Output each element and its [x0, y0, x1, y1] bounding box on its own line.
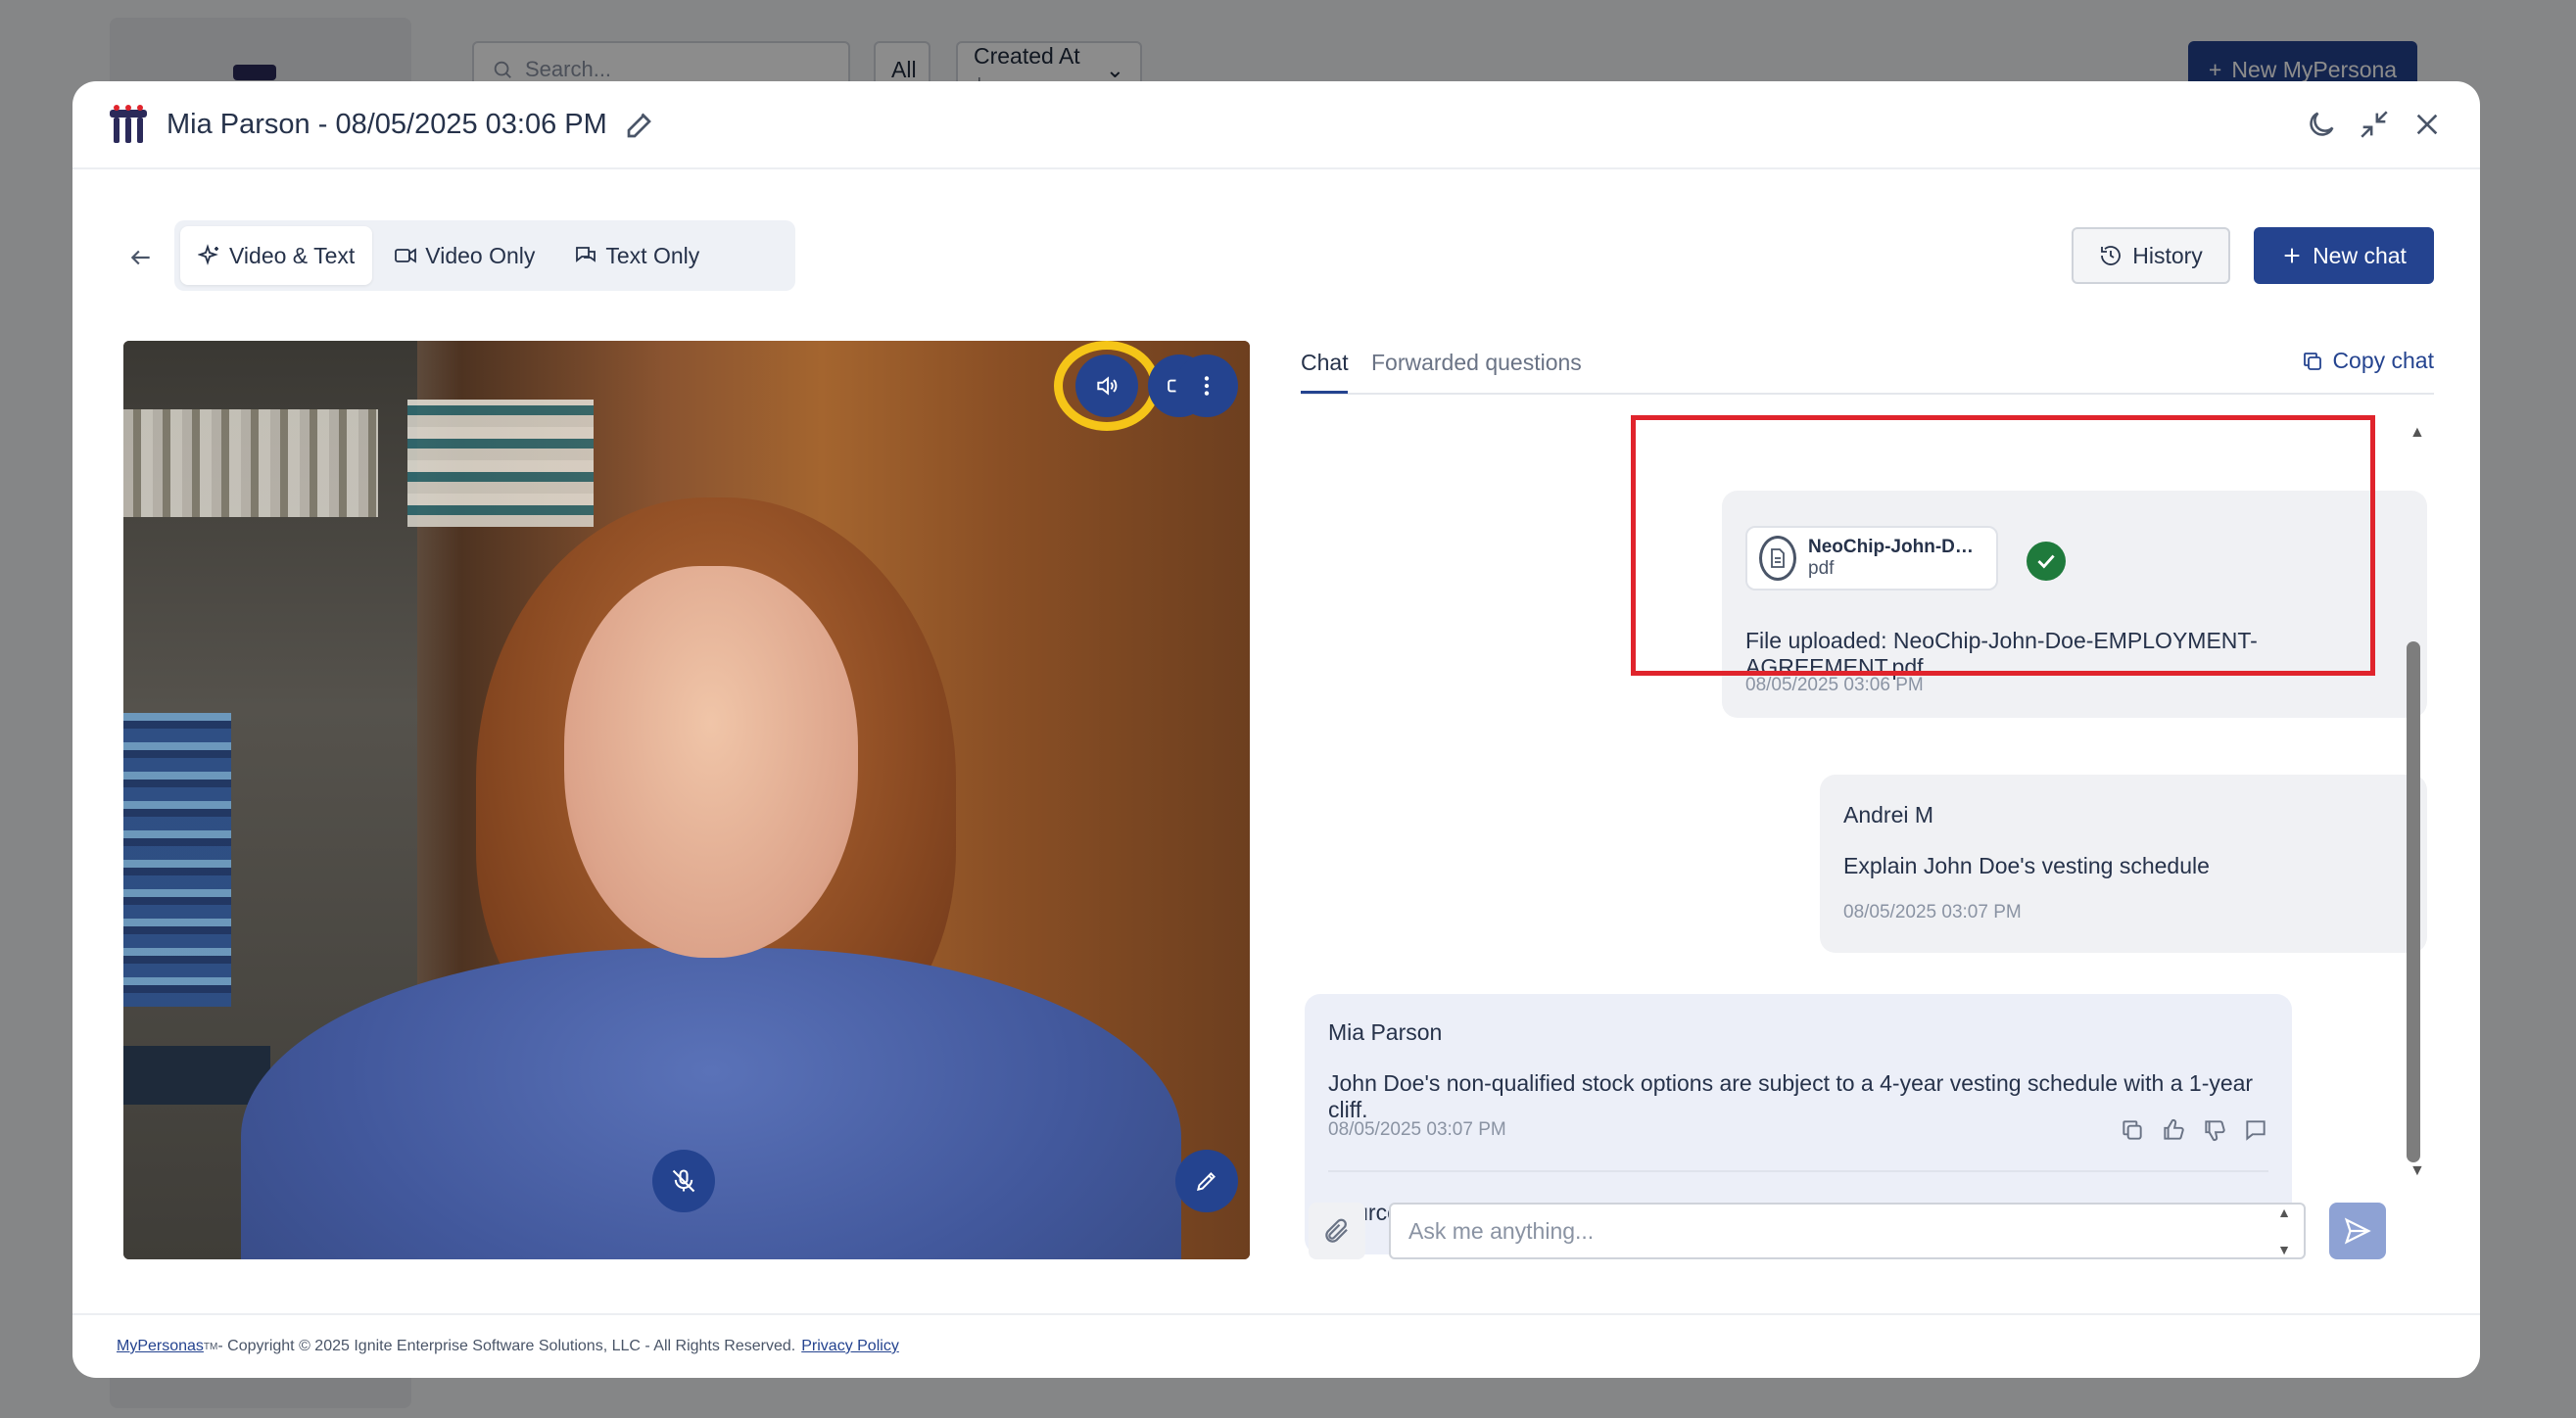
annotation-highlight-box	[1631, 415, 2375, 676]
tab-video-only[interactable]: Video Only	[376, 226, 552, 285]
chat-bubbles-icon	[576, 247, 596, 262]
video-books	[123, 713, 231, 1007]
modal-title: Mia Parson - 08/05/2025 03:06 PM	[167, 108, 607, 140]
video-books	[407, 400, 594, 527]
user-message: Andrei M Explain John Doe's vesting sche…	[1820, 775, 2427, 953]
speaker-button[interactable]	[1075, 354, 1138, 417]
edit-icon[interactable]	[623, 107, 658, 142]
video-books	[123, 409, 378, 517]
copy-icon[interactable]	[2120, 1117, 2145, 1143]
mode-tabs: Video & Text Video Only Text Only	[174, 220, 795, 291]
history-label: History	[2132, 242, 2203, 268]
minimize-button[interactable]	[2357, 103, 2392, 146]
close-icon	[2416, 114, 2438, 135]
video-books	[123, 1046, 270, 1105]
message-timestamp: 08/05/2025 03:07 PM	[1843, 902, 2022, 922]
send-icon	[2344, 1217, 2371, 1245]
close-button[interactable]	[2409, 103, 2445, 146]
spin-up-icon[interactable]: ▲	[2277, 1205, 2291, 1220]
mic-muted-icon	[672, 1169, 695, 1193]
spin-down-icon[interactable]: ▼	[2277, 1242, 2291, 1257]
active-tab-underline	[1301, 391, 1348, 394]
tab-text-only[interactable]: Text Only	[556, 226, 717, 285]
paperclip-icon	[1325, 1218, 1348, 1243]
privacy-policy-link[interactable]: Privacy Policy	[801, 1338, 899, 1355]
modal-header: Mia Parson - 08/05/2025 03:06 PM	[72, 81, 2480, 169]
thumbs-up-icon[interactable]	[2161, 1117, 2186, 1143]
message-text: Explain John Doe's vesting schedule	[1843, 853, 2210, 878]
message-actions	[2120, 1117, 2268, 1143]
arrow-left-icon	[130, 250, 150, 265]
dark-mode-button[interactable]	[2304, 103, 2339, 146]
back-button[interactable]	[118, 234, 165, 281]
send-button[interactable]	[2329, 1203, 2386, 1259]
header-actions	[2304, 103, 2445, 146]
more-options-button[interactable]	[1175, 354, 1238, 417]
chat-modal: Mia Parson - 08/05/2025 03:06 PM Video &…	[72, 81, 2480, 1378]
message-author: Andrei M	[1843, 802, 1934, 827]
history-icon	[2101, 246, 2122, 265]
more-vertical-icon	[1204, 376, 1210, 396]
tab-video-and-text[interactable]: Video & Text	[180, 226, 373, 285]
message-text: John Doe's non-qualified stock options a…	[1328, 1070, 2254, 1122]
mypersonas-link[interactable]: MyPersonas	[117, 1338, 204, 1355]
attach-button[interactable]	[1309, 1203, 1365, 1259]
thumbs-down-icon[interactable]	[2202, 1117, 2227, 1143]
copy-icon	[2304, 352, 2322, 370]
draw-button[interactable]	[1175, 1150, 1238, 1212]
moon-icon	[2310, 112, 2334, 136]
mic-mute-button[interactable]	[652, 1150, 715, 1212]
comment-icon[interactable]	[2243, 1117, 2268, 1143]
message-timestamp: 08/05/2025 03:07 PM	[1328, 1119, 1506, 1140]
speaker-icon	[1097, 376, 1118, 396]
message-input[interactable]	[1389, 1203, 2306, 1259]
pen-icon	[1196, 1172, 1216, 1192]
copy-chat-button[interactable]: Copy chat	[2301, 348, 2434, 374]
sparkles-icon	[198, 244, 218, 265]
message-timestamp: 08/05/2025 03:06 PM	[1745, 675, 1924, 695]
avatar-video[interactable]	[123, 341, 1250, 1259]
divider	[1328, 1170, 2268, 1172]
trademark: TM	[203, 1341, 218, 1352]
tab-text-only-label: Text Only	[605, 242, 700, 268]
copy-chat-label: Copy chat	[2332, 348, 2434, 373]
mypersonas-logo-icon	[110, 105, 147, 143]
history-button[interactable]: History	[2072, 227, 2230, 284]
tab-video-and-text-label: Video & Text	[229, 242, 356, 268]
plus-icon	[2284, 248, 2300, 263]
copyright-text: - Copyright © 2025 Ignite Enterprise Sof…	[217, 1338, 796, 1354]
chat-tabs: Chat Forwarded questions Copy chat	[1301, 338, 2434, 395]
tab-forwarded-questions[interactable]: Forwarded questions	[1371, 350, 1582, 376]
input-spinner[interactable]: ▲ ▼	[2274, 1205, 2294, 1257]
scrollbar-thumb[interactable]	[2407, 641, 2420, 1162]
tab-chat[interactable]: Chat	[1301, 350, 1349, 376]
video-avatar-face	[564, 566, 858, 958]
message-author: Mia Parson	[1328, 1019, 1443, 1045]
modal-footer: MyPersonas TM - Copyright © 2025 Ignite …	[72, 1313, 2480, 1378]
video-icon	[395, 248, 417, 263]
new-chat-button[interactable]: New chat	[2254, 227, 2434, 284]
minimize-icon	[2361, 111, 2388, 138]
tab-video-only-label: Video Only	[425, 242, 536, 268]
new-chat-label: New chat	[2313, 242, 2407, 268]
scroll-down-arrow-icon[interactable]: ▼	[2409, 1162, 2425, 1180]
scroll-up-arrow-icon[interactable]: ▲	[2409, 424, 2425, 442]
